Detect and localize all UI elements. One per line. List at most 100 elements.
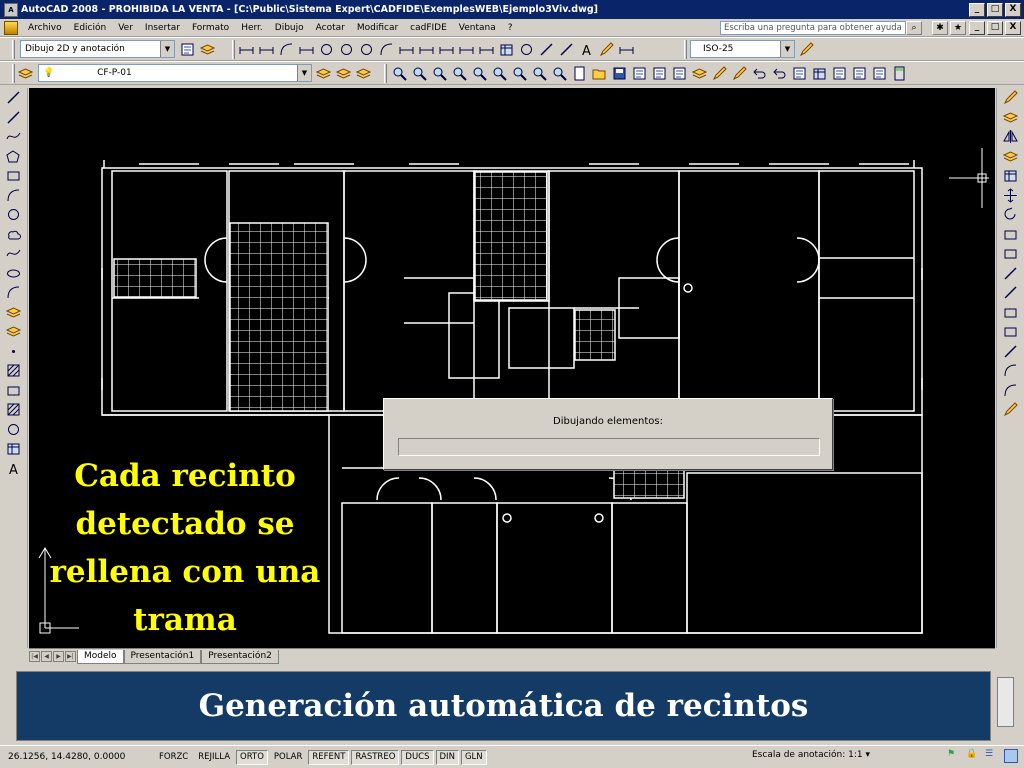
toggle-rejilla[interactable]: REJILLA bbox=[194, 750, 234, 765]
toolbar-grip[interactable] bbox=[384, 64, 387, 83]
toggle-polar[interactable]: POLAR bbox=[270, 750, 306, 765]
menu-insertar[interactable]: Insertar bbox=[139, 23, 186, 33]
pencil-icon[interactable] bbox=[730, 65, 748, 82]
text-style-icon[interactable]: A bbox=[577, 41, 595, 58]
zoom-extents-icon[interactable] bbox=[550, 65, 568, 82]
minimize-button[interactable]: _ bbox=[969, 2, 985, 17]
menu-herr[interactable]: Herr. bbox=[235, 23, 269, 33]
toolbar-grip[interactable] bbox=[12, 40, 15, 59]
match-properties-icon[interactable] bbox=[690, 65, 708, 82]
dimstyle-edit-icon[interactable] bbox=[797, 41, 815, 58]
chevron-down-icon[interactable]: ▼ bbox=[780, 41, 794, 57]
ordinate-dimension-icon[interactable] bbox=[297, 41, 315, 58]
circle-icon[interactable] bbox=[2, 205, 26, 225]
zoom-realtime-icon[interactable] bbox=[390, 65, 408, 82]
diameter-dimension-icon[interactable] bbox=[357, 41, 375, 58]
ellipse-arc-icon[interactable] bbox=[2, 283, 26, 303]
doc-minimize-button[interactable]: _ bbox=[969, 21, 985, 35]
construction-line-icon[interactable] bbox=[2, 108, 26, 128]
toolbar-lock-icon[interactable]: 🔒 bbox=[966, 749, 980, 763]
menu-ventana[interactable]: Ventana bbox=[453, 23, 502, 33]
jogged-dimension-icon[interactable] bbox=[337, 41, 355, 58]
toggle-refent[interactable]: REFENT bbox=[308, 749, 350, 765]
properties-icon[interactable] bbox=[790, 65, 808, 82]
toggle-gln[interactable]: GLN bbox=[460, 749, 487, 765]
menu-edicion[interactable]: Edición bbox=[68, 23, 113, 33]
rectangle-icon[interactable] bbox=[2, 166, 26, 186]
clean-screen-icon[interactable] bbox=[1004, 749, 1018, 763]
menu-help[interactable]: ? bbox=[502, 23, 519, 33]
plot-icon[interactable] bbox=[630, 65, 648, 82]
zoom-dynamic-icon[interactable] bbox=[430, 65, 448, 82]
zoom-out-icon[interactable] bbox=[510, 65, 528, 82]
rotate-icon[interactable] bbox=[999, 205, 1023, 225]
explode-icon[interactable] bbox=[999, 400, 1023, 420]
command-scrollbar[interactable] bbox=[997, 677, 1014, 727]
polygon-icon[interactable] bbox=[2, 147, 26, 167]
tool-palettes-icon[interactable] bbox=[830, 65, 848, 82]
first-tab-icon[interactable]: |◀ bbox=[29, 651, 40, 662]
toolbar-grip[interactable] bbox=[12, 64, 15, 83]
open-file-icon[interactable] bbox=[590, 65, 608, 82]
close-button[interactable]: X bbox=[1005, 2, 1021, 17]
toggle-ducs[interactable]: DUCS bbox=[401, 749, 434, 765]
layer-manager-icon[interactable] bbox=[198, 41, 216, 58]
plot-preview-icon[interactable] bbox=[650, 65, 668, 82]
command-line[interactable]: Generación automática de recintos bbox=[16, 671, 991, 741]
chevron-down-icon[interactable]: ▼ bbox=[160, 41, 174, 57]
multiline-text-icon[interactable]: A bbox=[2, 459, 26, 479]
chamfer-icon[interactable] bbox=[999, 361, 1023, 381]
arc-length-icon[interactable] bbox=[277, 41, 295, 58]
undo-icon[interactable] bbox=[750, 65, 768, 82]
baseline-dimension-icon[interactable] bbox=[417, 41, 435, 58]
break-icon[interactable] bbox=[999, 322, 1023, 342]
menu-cadfide[interactable]: cadFIDE bbox=[404, 23, 453, 33]
dimension-space-icon[interactable] bbox=[457, 41, 475, 58]
doc-restore-button[interactable]: □ bbox=[987, 21, 1003, 35]
jogged-linear-icon[interactable] bbox=[557, 41, 575, 58]
block-editor-icon[interactable] bbox=[710, 65, 728, 82]
zoom-scale-icon[interactable] bbox=[450, 65, 468, 82]
continue-dimension-icon[interactable] bbox=[437, 41, 455, 58]
multiline-text-icon[interactable] bbox=[597, 41, 615, 58]
array-icon[interactable] bbox=[999, 166, 1023, 186]
last-tab-icon[interactable]: ▶| bbox=[65, 651, 76, 662]
mirror-icon[interactable] bbox=[999, 127, 1023, 147]
save-file-icon[interactable] bbox=[610, 65, 628, 82]
sheet-set-icon[interactable] bbox=[850, 65, 868, 82]
menu-formato[interactable]: Formato bbox=[186, 23, 235, 33]
tab-modelo[interactable]: Modelo bbox=[77, 649, 124, 664]
zoom-window-icon[interactable] bbox=[410, 65, 428, 82]
status-tray-icon[interactable]: ☰ bbox=[985, 749, 999, 763]
scale-icon[interactable] bbox=[999, 225, 1023, 245]
layer-states-icon[interactable] bbox=[354, 65, 372, 82]
dimstyle-select[interactable]: ISO-25 ▼ bbox=[690, 40, 795, 58]
fillet-icon[interactable] bbox=[999, 381, 1023, 401]
aligned-dimension-icon[interactable] bbox=[257, 41, 275, 58]
boundary-icon[interactable] bbox=[2, 420, 26, 440]
gradient-icon[interactable] bbox=[2, 381, 26, 401]
hatch-icon[interactable] bbox=[2, 361, 26, 381]
toolbar-grip[interactable] bbox=[684, 40, 687, 59]
workspace-settings-icon[interactable] bbox=[178, 41, 196, 58]
document-icon[interactable] bbox=[4, 20, 18, 35]
offset-icon[interactable] bbox=[999, 147, 1023, 167]
annotation-visibility-icon[interactable]: ⚑ bbox=[947, 749, 961, 763]
inspection-icon[interactable] bbox=[537, 41, 555, 58]
toolbar-grip[interactable] bbox=[232, 40, 235, 59]
make-current-layer-icon[interactable] bbox=[314, 65, 332, 82]
region-icon[interactable] bbox=[2, 400, 26, 420]
erase-icon[interactable] bbox=[999, 88, 1023, 108]
linear-dimension-icon[interactable] bbox=[237, 41, 255, 58]
zoom-center-icon[interactable] bbox=[470, 65, 488, 82]
menu-archivo[interactable]: Archivo bbox=[22, 23, 68, 33]
break-at-point-icon[interactable] bbox=[999, 303, 1023, 323]
layer-properties-icon[interactable] bbox=[16, 65, 34, 82]
point-icon[interactable] bbox=[2, 342, 26, 362]
extend-icon[interactable] bbox=[999, 283, 1023, 303]
menu-ver[interactable]: Ver bbox=[112, 23, 139, 33]
move-icon[interactable] bbox=[999, 186, 1023, 206]
annotation-scale[interactable]: Escala de anotación: 1:1 ▾ bbox=[752, 750, 870, 760]
revision-cloud-icon[interactable] bbox=[2, 225, 26, 245]
redo-icon[interactable] bbox=[770, 65, 788, 82]
